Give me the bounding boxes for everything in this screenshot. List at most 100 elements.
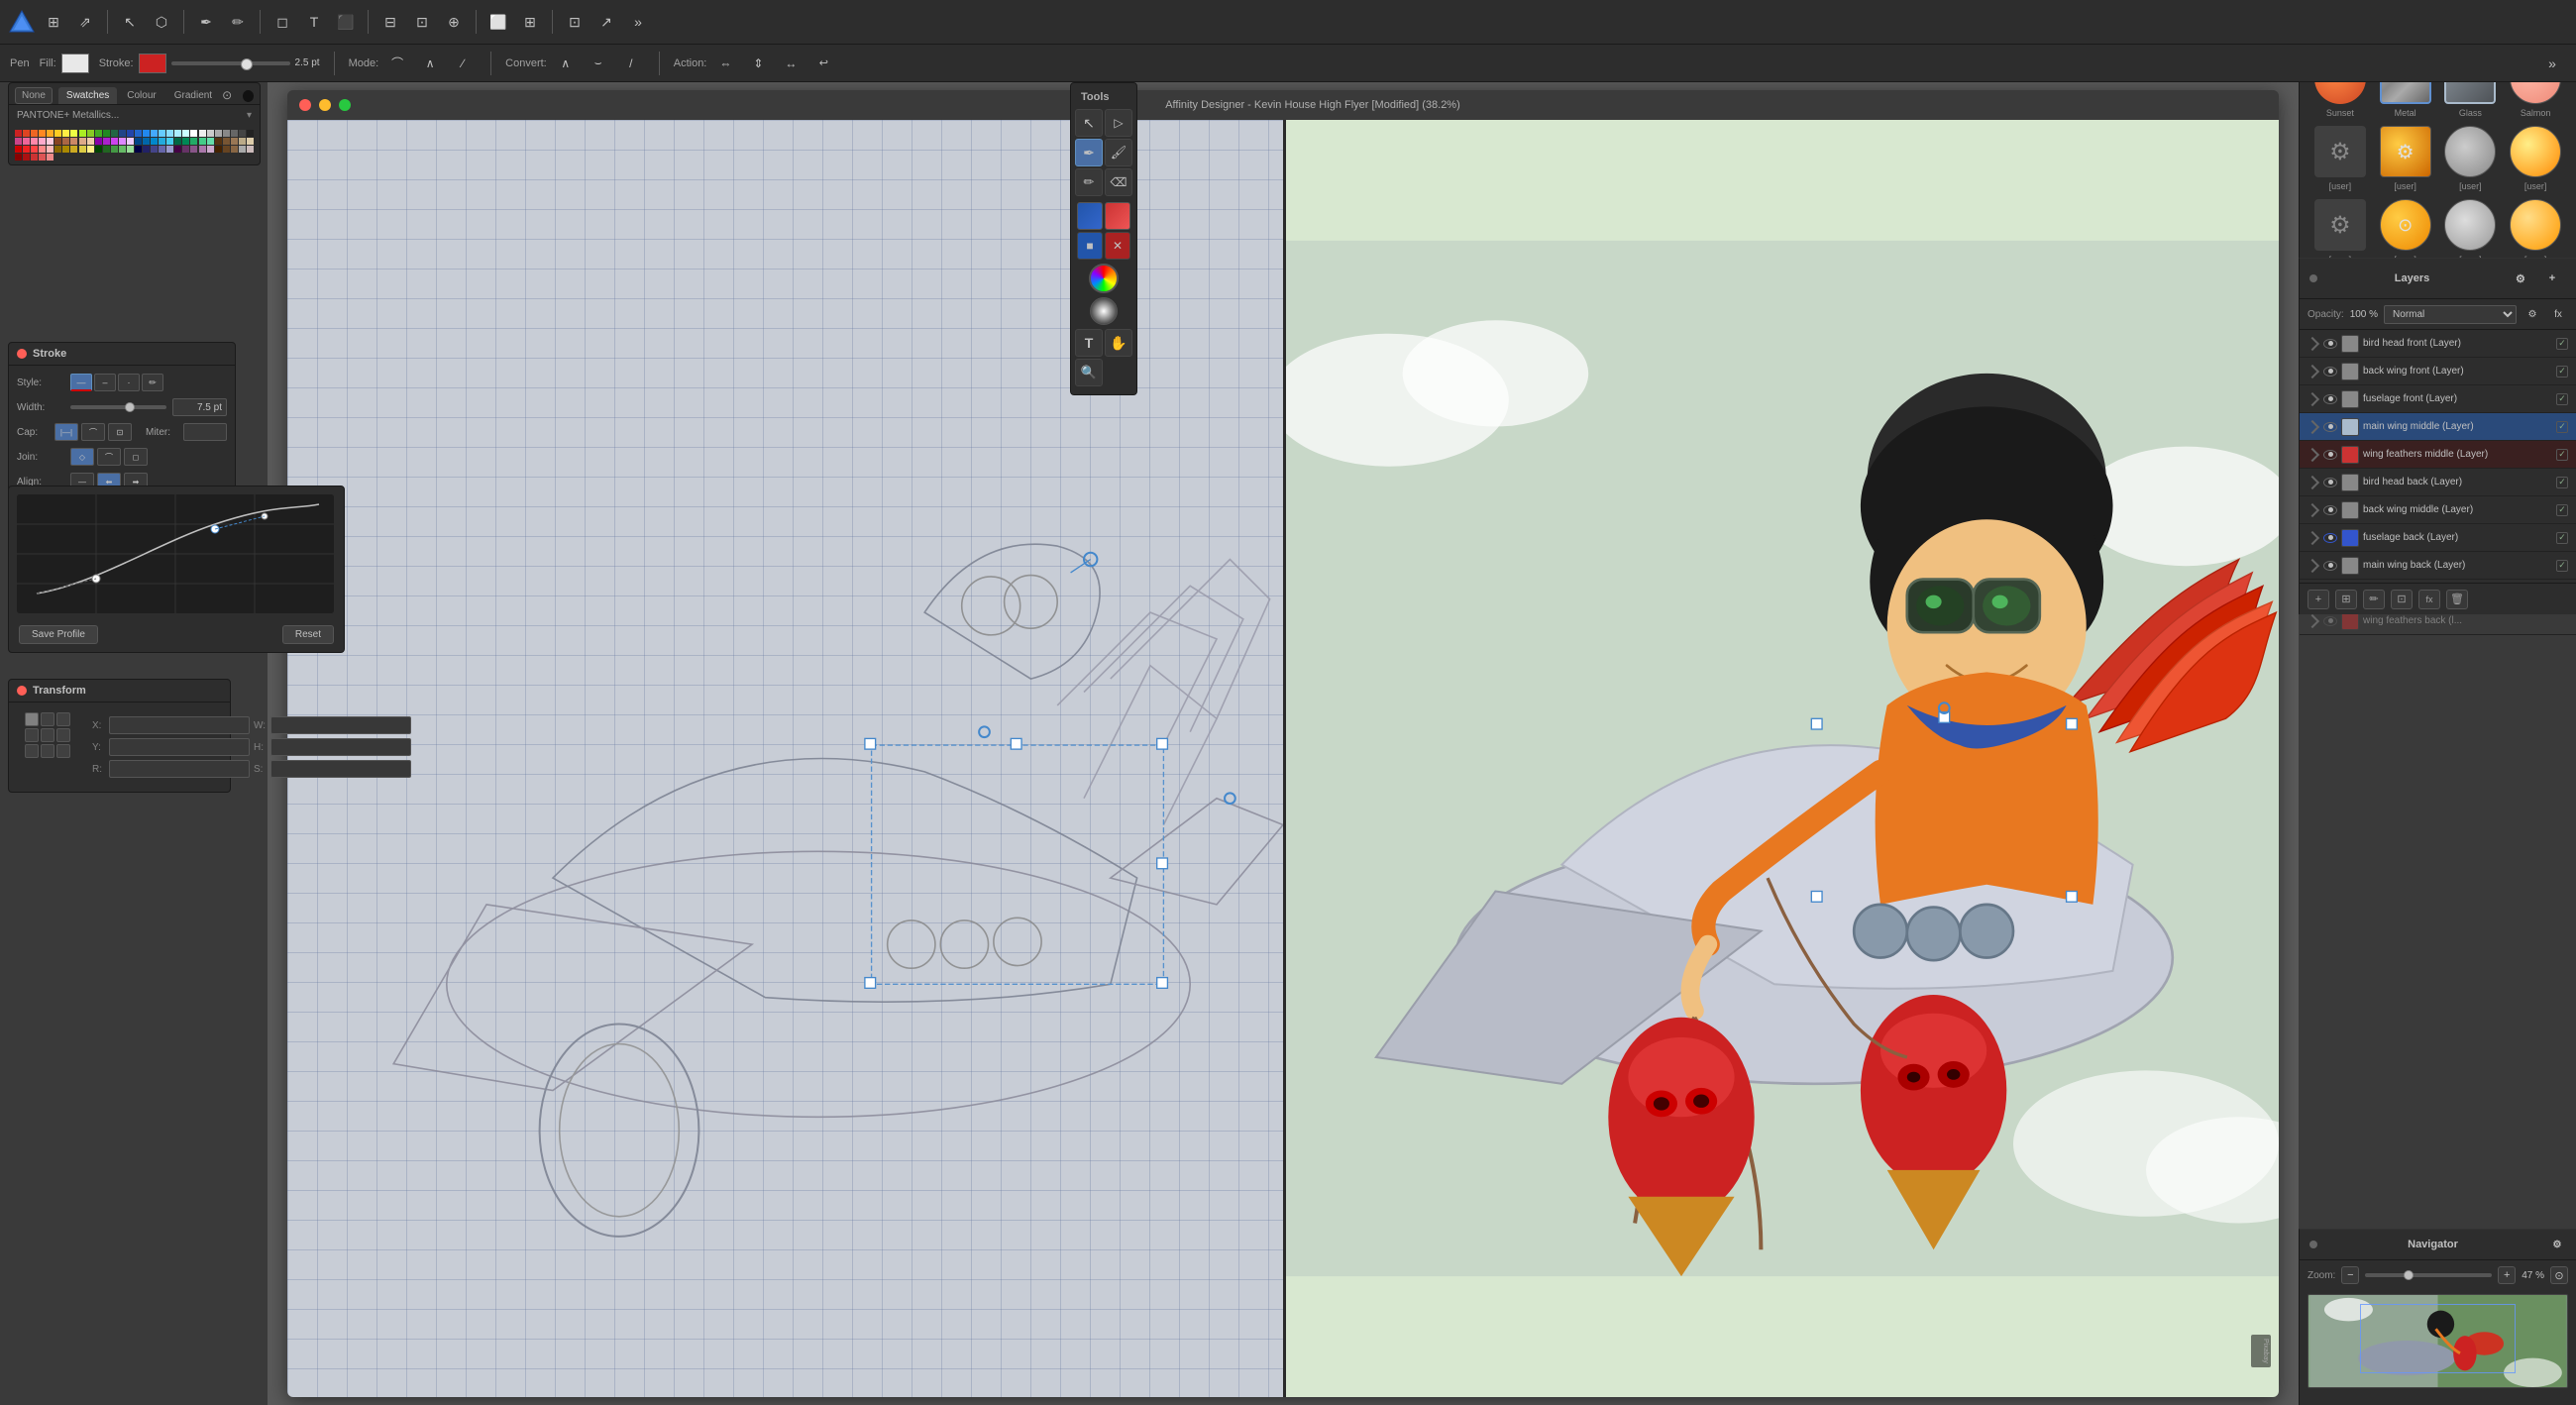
action-btn-1[interactable]: ⇔ [711,50,739,77]
layer-check[interactable]: ✓ [2556,338,2568,350]
layer-visibility-eye-8[interactable] [2323,533,2337,543]
color-swatch[interactable] [39,138,46,145]
color-swatch[interactable] [31,130,38,137]
toolbar-pencil-btn[interactable]: ✏ [224,8,252,36]
layer-check-2[interactable]: ✓ [2556,366,2568,378]
toolbar-pen-btn[interactable]: ✒ [192,8,220,36]
layer-mask-btn[interactable]: ⊡ [2391,590,2413,609]
color-swatch[interactable] [207,130,214,137]
layer-visibility-eye-6[interactable] [2323,478,2337,487]
toolbar-bool-btn[interactable]: ⊕ [440,8,468,36]
layer-fx-btn[interactable]: fx [2418,590,2440,609]
layer-expand-arrow-8[interactable] [2306,530,2319,544]
layer-fuselage-back[interactable]: fuselage back (Layer) ✓ [2300,524,2576,552]
style-custom-btn[interactable]: ✏ [142,374,163,391]
style-item-user-1[interactable]: ⚙ [user] [2311,126,2369,191]
window-maximize-btn[interactable] [339,99,351,111]
color-swatch[interactable] [70,146,77,153]
color-swatch[interactable] [15,130,22,137]
color-swatch[interactable] [199,130,206,137]
zoom-reset-btn[interactable]: ⊙ [2550,1266,2568,1284]
layer-expand-arrow-11[interactable] [2306,613,2319,627]
color-swatch[interactable] [87,130,94,137]
style-item-user-6[interactable]: ⊙ [user] [2377,199,2434,265]
layer-wing-feathers-middle[interactable]: wing feathers middle (Layer) ✓ [2300,441,2576,469]
color-swatch[interactable] [111,138,118,145]
color-swatch[interactable] [103,138,110,145]
tab-swatches[interactable]: Swatches [58,87,117,104]
color-swatch[interactable] [174,138,181,145]
color-swatch[interactable] [223,146,230,153]
color-swatch[interactable] [119,138,126,145]
color-wheel-btn[interactable] [1089,264,1119,293]
y-input[interactable]: 70.7 mm [109,738,250,756]
join-round-btn[interactable]: ⌒ [97,448,121,466]
style-item-user-8[interactable]: [user] [2507,199,2564,265]
fill-none-btn[interactable]: ✕ [1105,232,1130,260]
window-minimize-btn[interactable] [319,99,331,111]
canvas-split-divider[interactable] [1283,120,1286,1397]
layer-visibility-eye-5[interactable] [2323,450,2337,460]
color-swatch[interactable] [23,146,30,153]
nav-panel-dot[interactable] [2309,1241,2317,1248]
layer-expand-arrow-9[interactable] [2306,558,2319,572]
stroke-close-btn[interactable] [17,349,27,359]
blend-mode-select[interactable]: Normal [2384,305,2517,324]
color-swatch[interactable] [143,138,150,145]
zoom-in-btn[interactable]: + [2498,1266,2516,1284]
toolbar-snap-btn[interactable]: ⊞ [516,8,544,36]
toolbar-view-btn[interactable]: ⊡ [561,8,589,36]
zoom-out-btn[interactable]: − [2341,1266,2359,1284]
layer-expand-arrow-4[interactable] [2306,419,2319,433]
color-swatch[interactable] [95,146,102,153]
layer-edit-btn[interactable]: ✏ [2363,590,2385,609]
color-swatch[interactable] [127,146,134,153]
layer-visibility-eye-3[interactable] [2323,394,2337,404]
anchor-bc[interactable] [41,744,54,758]
color-swatch[interactable] [54,130,61,137]
paint-brush-tool[interactable]: 🖌 [1105,139,1132,166]
color-swatch[interactable] [103,130,110,137]
color-swatch[interactable] [47,130,54,137]
toolbar-layer-btn[interactable]: ⬜ [484,8,512,36]
layer-check-5[interactable]: ✓ [2556,449,2568,461]
color-swatch[interactable] [31,146,38,153]
direct-select-tool[interactable]: ▷ [1105,109,1132,137]
style-item-user-4[interactable]: [user] [2507,126,2564,191]
color-swatch[interactable] [207,138,214,145]
color-swatch-black[interactable] [243,90,254,102]
layer-visibility-eye-4[interactable] [2323,422,2337,432]
layers-fx-btn[interactable]: fx [2548,304,2568,324]
color-swatch[interactable] [190,130,197,137]
anchor-mr[interactable] [56,728,70,742]
layer-check-9[interactable]: ✓ [2556,560,2568,572]
color-swatch[interactable] [47,138,54,145]
reset-curve-btn[interactable]: Reset [282,625,334,644]
none-btn[interactable]: None [15,87,53,104]
color-swatch[interactable] [223,130,230,137]
layer-add-btn[interactable]: + [2308,590,2329,609]
transform-close-btn[interactable] [17,686,27,696]
action-btn-3[interactable]: ↔ [777,50,805,77]
toolbar-shape-btn[interactable]: ◻ [268,8,296,36]
color-swatch[interactable] [87,146,94,153]
pencil-tool[interactable]: ✏ [1075,168,1103,196]
toolbar-align-btn[interactable]: ⊟ [376,8,404,36]
layer-expand-arrow-3[interactable] [2306,391,2319,405]
color-swatch[interactable] [103,146,110,153]
color-swatch[interactable] [231,138,238,145]
color-swatch[interactable] [15,154,22,161]
save-profile-btn[interactable]: Save Profile [19,625,98,644]
color-swatch[interactable] [23,138,30,145]
convert-btn-2[interactable]: ⌣ [585,50,612,77]
color-swatch[interactable] [199,138,206,145]
toolbar-transform-btn[interactable]: ⊡ [408,8,436,36]
stroke-width-slider[interactable] [171,61,290,65]
join-miter-btn[interactable]: ◇ [70,448,94,466]
color-swatch[interactable] [174,146,181,153]
color-swatch[interactable] [95,130,102,137]
color-swatch[interactable] [95,138,102,145]
text-tool[interactable]: T [1075,329,1103,357]
style-item-user-7[interactable]: [user] [2442,199,2500,265]
color-swatch[interactable] [215,138,222,145]
